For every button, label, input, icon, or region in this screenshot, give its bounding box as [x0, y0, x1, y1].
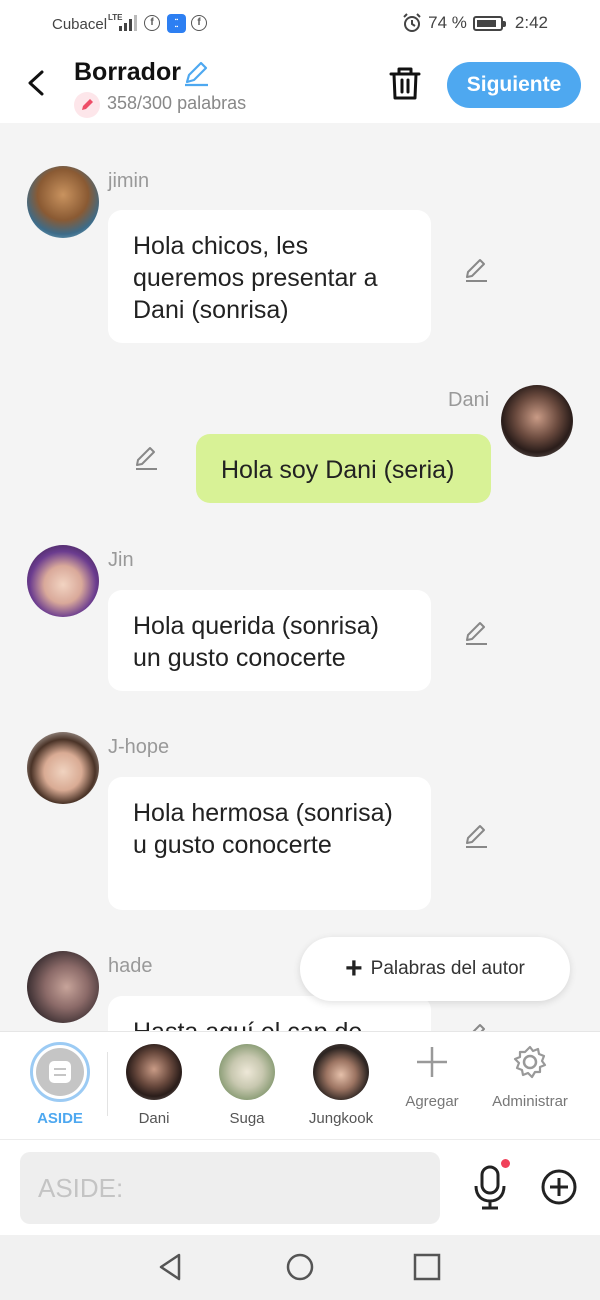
character-aside[interactable]: ASIDE	[15, 1042, 105, 1127]
back-arrow-icon[interactable]	[22, 66, 52, 100]
next-button[interactable]: Siguiente	[447, 62, 581, 108]
message-bubble[interactable]: Hola chicos, les queremos presentar a Da…	[108, 210, 431, 343]
message-bubble[interactable]: Hola soy Dani (seria)	[196, 434, 491, 503]
input-bar	[0, 1139, 600, 1235]
message-bubble[interactable]: Hola hermosa (sonrisa) u gusto conocerte	[108, 777, 431, 910]
alarm-icon	[403, 13, 421, 32]
edit-message-icon[interactable]	[462, 1021, 490, 1031]
avatar	[219, 1044, 275, 1100]
character-dani[interactable]: Dani	[109, 1044, 199, 1127]
avatar	[313, 1044, 369, 1100]
signal-icon	[119, 15, 137, 31]
avatar[interactable]	[27, 732, 99, 804]
back-nav-icon[interactable]	[155, 1251, 187, 1283]
author-words-button[interactable]: + Palabras del autor	[300, 937, 570, 1001]
facebook-icon: f	[191, 15, 207, 31]
recents-nav-icon[interactable]	[411, 1251, 443, 1283]
character-jungkook[interactable]: Jungkook	[296, 1044, 386, 1127]
message-bubble[interactable]: Hasta aquí el cap de	[108, 996, 431, 1031]
edit-title-icon[interactable]	[181, 58, 211, 88]
add-label: Agregar	[405, 1093, 459, 1110]
note-icon	[49, 1061, 71, 1083]
character-label: Dani	[138, 1110, 170, 1127]
plus-icon	[417, 1047, 447, 1077]
aside-avatar	[30, 1042, 90, 1102]
avatar	[126, 1044, 182, 1100]
edit-message-icon[interactable]	[462, 619, 490, 647]
divider	[107, 1052, 108, 1116]
add-character-button[interactable]: Agregar	[396, 1044, 468, 1110]
message-author: J-hope	[108, 736, 170, 758]
notification-dot	[501, 1159, 510, 1168]
avatar[interactable]	[27, 545, 99, 617]
trash-icon[interactable]	[388, 64, 422, 102]
message-author: jimin	[108, 170, 150, 192]
battery-icon	[472, 15, 506, 31]
status-right: 74 % 2:42	[402, 13, 548, 33]
plus-icon: +	[345, 952, 363, 985]
edit-message-icon[interactable]	[132, 444, 160, 472]
page-title: Borrador	[74, 58, 181, 86]
word-count: 358/300 palabras	[107, 93, 247, 113]
message-bubble[interactable]: Hola querida (sonrisa) un gusto conocert…	[108, 590, 431, 691]
home-nav-icon[interactable]	[284, 1251, 316, 1283]
microphone-icon[interactable]	[470, 1162, 510, 1214]
facebook-icon: f	[144, 15, 160, 31]
system-nav-bar	[0, 1235, 600, 1300]
word-count-icon	[74, 92, 100, 118]
author-words-label: Palabras del autor	[370, 958, 525, 979]
character-label: ASIDE	[37, 1110, 83, 1127]
avatar[interactable]	[501, 385, 573, 457]
clock: 2:42	[514, 13, 548, 32]
manage-characters-button[interactable]: Administrar	[484, 1044, 576, 1110]
manage-label: Administrar	[492, 1093, 568, 1110]
character-suga[interactable]: Suga	[202, 1044, 292, 1127]
battery-percent: 74 %	[428, 13, 467, 32]
add-circle-icon[interactable]	[540, 1168, 578, 1206]
message-author: Jin	[108, 549, 134, 571]
message-input[interactable]	[20, 1152, 440, 1224]
avatar[interactable]	[27, 166, 99, 238]
avatar[interactable]	[27, 951, 99, 1023]
message-author: Dani	[448, 389, 490, 411]
gear-icon	[513, 1045, 547, 1079]
edit-message-icon[interactable]	[462, 256, 490, 284]
message-author: hade	[108, 955, 153, 977]
header: Borrador 358/300 palabras Siguiente	[0, 50, 600, 123]
status-bar: Cubacel LTE f ▪▪ ▪▪ f 74 % 2:42	[0, 0, 600, 50]
webtoon-icon: ▪▪ ▪▪	[167, 14, 186, 33]
character-label: Suga	[229, 1110, 265, 1127]
character-label: Jungkook	[308, 1110, 374, 1127]
character-bar: ASIDE Dani Suga Jungkook Agregar Adminis…	[0, 1031, 600, 1139]
carrier-name: Cubacel	[52, 16, 108, 33]
edit-message-icon[interactable]	[462, 822, 490, 850]
chat-area: jimin Hola chicos, les queremos presenta…	[0, 123, 600, 1031]
